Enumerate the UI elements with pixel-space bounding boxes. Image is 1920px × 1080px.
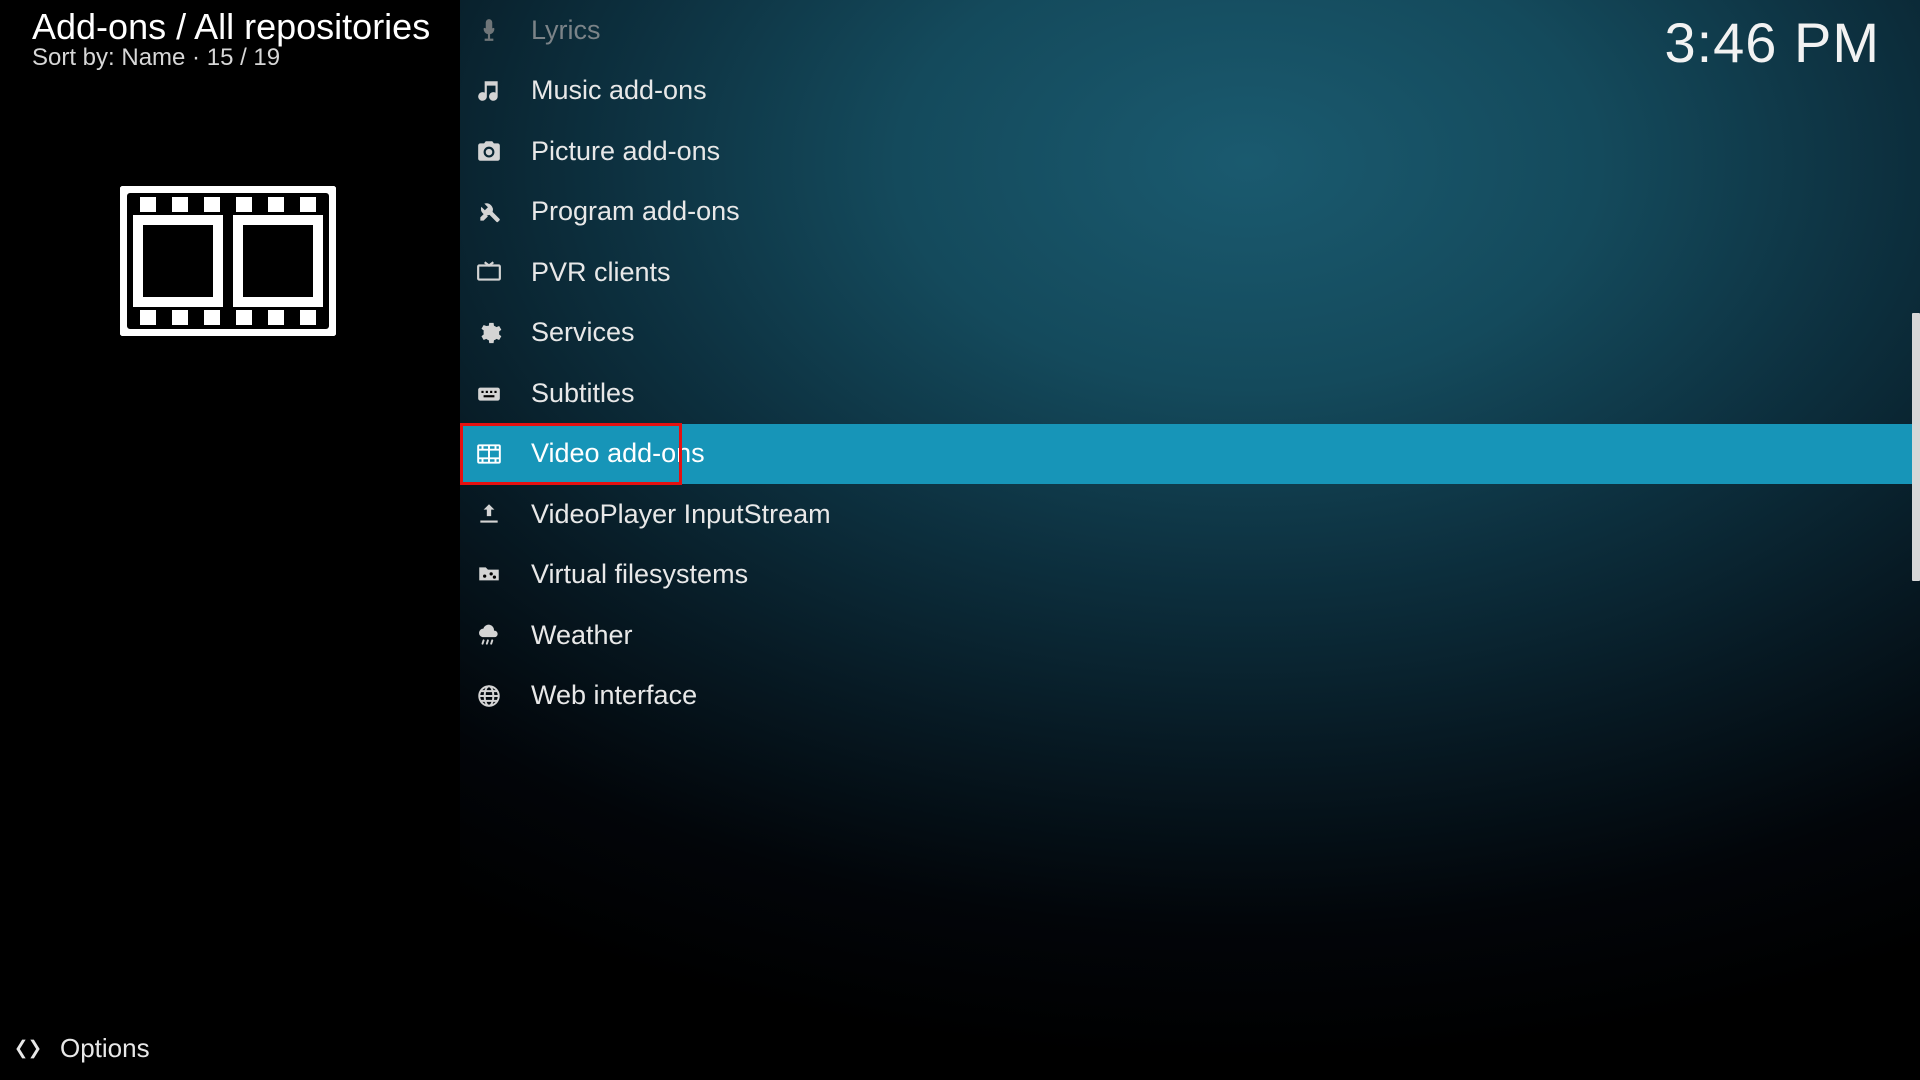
list-item-music-addons[interactable]: Music add-ons — [460, 61, 1920, 122]
sidebar: Add-ons / All repositories Sort by: Name… — [0, 0, 460, 1080]
list-item-videoplayer-inputstream[interactable]: VideoPlayer InputStream — [460, 484, 1920, 545]
globe-icon — [475, 682, 503, 710]
addon-category-list: Lyrics Music add-ons Picture add-ons Pro… — [460, 0, 1920, 1080]
list-item-lyrics[interactable]: Lyrics — [460, 0, 1920, 61]
list-item-pvr-clients[interactable]: PVR clients — [460, 242, 1920, 303]
microphone-icon — [475, 16, 503, 44]
scrollbar-thumb[interactable] — [1912, 313, 1920, 581]
list-item-label: Video add-ons — [503, 438, 705, 469]
list-item-picture-addons[interactable]: Picture add-ons — [460, 121, 1920, 182]
options-button[interactable]: Options — [14, 1033, 150, 1064]
film-icon — [120, 186, 336, 336]
gear-icon — [475, 319, 503, 347]
list-item-virtual-filesystems[interactable]: Virtual filesystems — [460, 545, 1920, 606]
keyboard-icon — [475, 379, 503, 407]
list-item-label: Program add-ons — [503, 196, 740, 227]
list-item-label: VideoPlayer InputStream — [503, 499, 831, 530]
list-item-label: Services — [503, 317, 635, 348]
list-item-label: Picture add-ons — [503, 136, 720, 167]
list-item-label: Weather — [503, 620, 633, 651]
tools-icon — [475, 198, 503, 226]
list-item-label: Music add-ons — [503, 75, 707, 106]
list-item-label: Lyrics — [503, 15, 601, 46]
upload-icon — [475, 500, 503, 528]
list-item-label: Subtitles — [503, 378, 635, 409]
list-item-label: Virtual filesystems — [503, 559, 748, 590]
options-icon — [14, 1035, 42, 1063]
tv-icon — [475, 258, 503, 286]
list-item-web-interface[interactable]: Web interface — [460, 666, 1920, 727]
camera-icon — [475, 137, 503, 165]
breadcrumb: Add-ons / All repositories — [32, 6, 430, 48]
folder-network-icon — [475, 561, 503, 589]
list-item-video-addons[interactable]: Video add-ons — [460, 424, 1920, 485]
list-item-weather[interactable]: Weather — [460, 605, 1920, 666]
weather-icon — [475, 621, 503, 649]
options-label: Options — [60, 1033, 150, 1064]
list-item-label: Web interface — [503, 680, 697, 711]
list-item-program-addons[interactable]: Program add-ons — [460, 182, 1920, 243]
film-icon — [475, 440, 503, 468]
music-note-icon — [475, 77, 503, 105]
list-item-services[interactable]: Services — [460, 303, 1920, 364]
list-item-subtitles[interactable]: Subtitles — [460, 363, 1920, 424]
sort-line: Sort by: Name · 15 / 19 — [32, 44, 280, 72]
list-item-label: PVR clients — [503, 257, 671, 288]
